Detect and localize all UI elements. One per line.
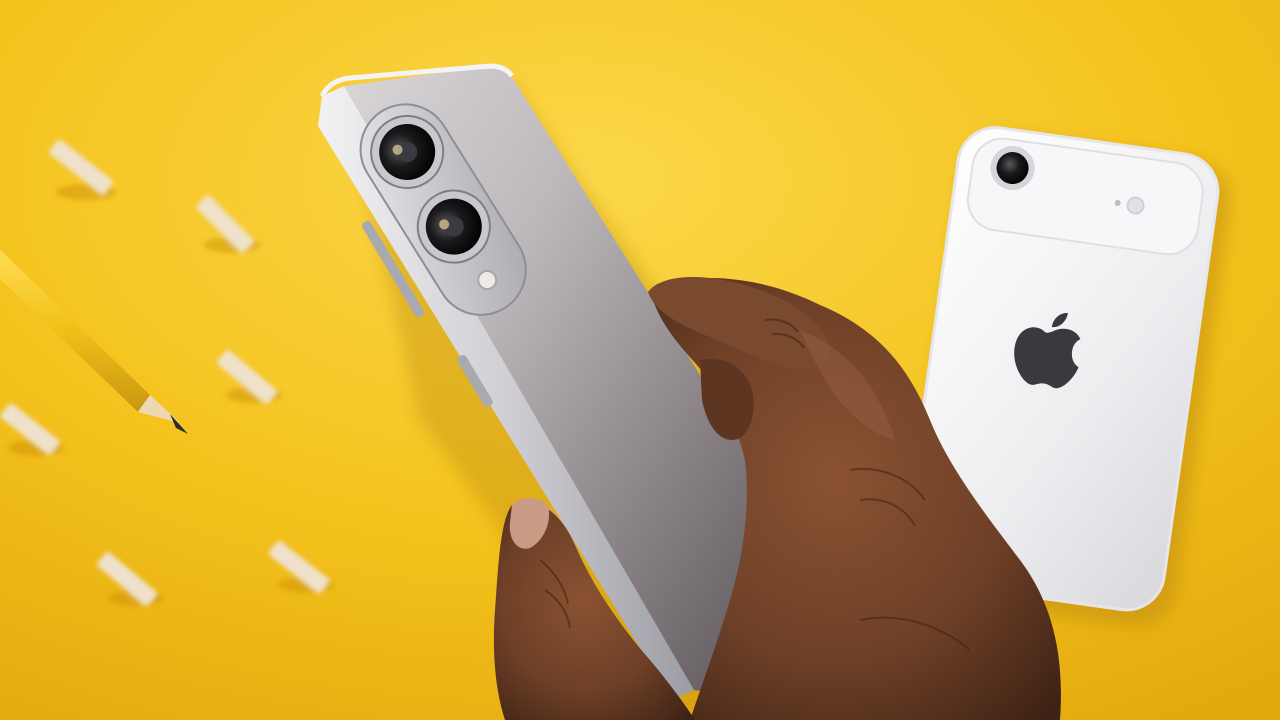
flash-icon <box>1126 196 1145 215</box>
photo-scene <box>0 0 1280 720</box>
photo-illustration <box>0 0 1280 720</box>
